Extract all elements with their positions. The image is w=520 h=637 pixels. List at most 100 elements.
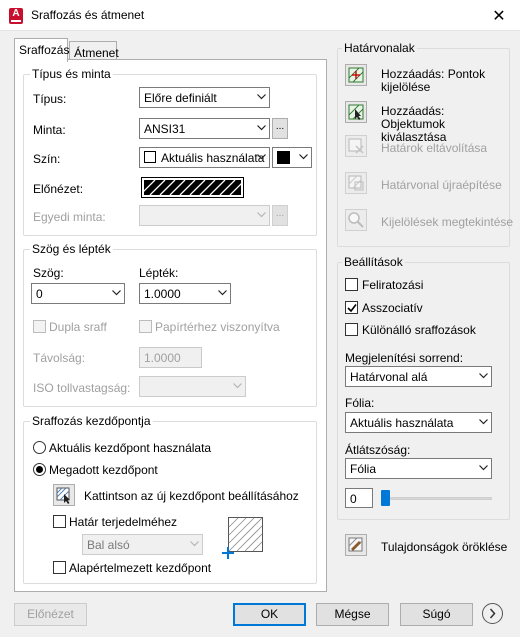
view-selections-button[interactable]	[345, 209, 367, 231]
type-select-value: Előre definiált	[144, 91, 217, 105]
ok-button[interactable]: OK	[233, 603, 306, 626]
scale-label: Lépték:	[139, 266, 179, 280]
layer-select[interactable]: Aktuális használata	[345, 412, 492, 433]
transparency-select[interactable]: Fólia	[345, 458, 492, 479]
add-select-objects-button[interactable]	[345, 101, 367, 123]
preview-button[interactable]: Előnézet	[14, 603, 87, 626]
scale-select[interactable]: 1.0000	[139, 283, 231, 304]
type-label: Típus:	[33, 92, 67, 106]
magnifier-icon	[348, 212, 364, 228]
custom-pattern-label: Egyedi minta:	[33, 210, 106, 224]
preview-label: Előnézet:	[33, 182, 84, 196]
click-set-origin-button[interactable]	[53, 484, 75, 506]
view-selections-label: Kijelölések megtekintése	[381, 215, 514, 229]
chevron-down-icon	[257, 154, 266, 162]
chevron-down-icon	[233, 383, 242, 391]
hatch-pattern-preview[interactable]	[139, 177, 246, 198]
relative-paperspace-label: Papírtérhez viszonyítva	[155, 320, 280, 334]
recreate-boundary-label: Határvonal újraépítése	[381, 178, 502, 192]
tab-hatch[interactable]: Sraffozás	[14, 38, 69, 62]
specified-origin-radio[interactable]	[33, 463, 46, 476]
store-as-default-origin-label: Alapértelmezett kezdőpont	[69, 561, 212, 575]
layer-value: Aktuális használata	[350, 416, 454, 430]
cancel-button[interactable]: Mégse	[316, 603, 389, 626]
chevron-down-icon	[257, 94, 266, 102]
boundary-extents-value: Bal alsó	[87, 538, 130, 552]
default-to-boundary-extents-label: Határ terjedelméhez	[69, 515, 178, 529]
chevron-down-icon	[218, 290, 227, 298]
origin-preview-image	[221, 514, 265, 560]
chevron-down-icon	[479, 465, 488, 473]
pick-origin-icon	[56, 487, 70, 504]
transparency-slider-track[interactable]	[386, 497, 492, 500]
chevron-right-icon	[489, 608, 496, 619]
pattern-select[interactable]: ANSI31	[139, 118, 270, 139]
double-hatch-label: Dupla sraff	[49, 320, 107, 334]
more-options-button[interactable]	[482, 603, 503, 624]
tab-gradient-label: Átmenet	[74, 46, 119, 60]
window-title: Sraffozás és átmenet	[31, 8, 145, 22]
angle-value: 0	[36, 287, 43, 301]
separate-hatches-checkbox[interactable]	[345, 323, 358, 336]
options-title: Beállítások	[342, 255, 405, 269]
close-button[interactable]: ✕	[490, 6, 508, 26]
chevron-down-icon	[299, 154, 308, 162]
remove-boundaries-icon	[348, 138, 364, 154]
chevron-down-icon	[479, 419, 488, 427]
recreate-boundary-button[interactable]	[345, 172, 367, 194]
annotative-checkbox[interactable]	[345, 278, 358, 291]
inherit-properties-button[interactable]	[345, 534, 367, 556]
angle-label: Szög:	[33, 266, 64, 280]
draw-order-select[interactable]: Határvonal alá	[345, 366, 492, 387]
add-select-objects-label: Hozzáadás: Objektumok kiválasztása	[381, 104, 447, 144]
autocad-app-icon: A	[9, 8, 23, 24]
associative-label: Asszociatív	[362, 301, 423, 315]
iso-pen-width-select[interactable]	[139, 376, 246, 397]
remove-boundaries-button[interactable]	[345, 135, 367, 157]
title-bar: A Sraffozás és átmenet ✕	[0, 0, 520, 31]
color-label: Szín:	[33, 152, 61, 166]
remove-boundaries-label: Határok eltávolítása	[381, 141, 488, 155]
background-color-select[interactable]	[272, 147, 312, 168]
chevron-down-icon	[479, 373, 488, 381]
transparency-number-input[interactable]: 0	[345, 488, 373, 508]
layer-label: Fólia:	[345, 396, 375, 410]
store-as-default-origin-checkbox[interactable]	[53, 561, 66, 574]
color-select[interactable]: Aktuális használata	[139, 147, 270, 168]
specified-origin-label: Megadott kezdőpont	[49, 463, 158, 477]
type-select[interactable]: Előre definiált	[139, 87, 270, 108]
inherit-properties-icon	[348, 537, 363, 552]
relative-paperspace-checkbox[interactable]	[139, 320, 152, 333]
spacing-label: Távolság:	[33, 351, 86, 365]
add-pick-points-label: Hozzáadás: Pontok kijelölése	[381, 67, 486, 94]
pattern-browse-button[interactable]: ...	[272, 118, 288, 139]
angle-scale-title: Szög és lépték	[30, 242, 113, 256]
scale-value: 1.0000	[144, 287, 181, 301]
help-button[interactable]: Súgó	[400, 603, 473, 626]
custom-pattern-select[interactable]	[139, 205, 270, 226]
pick-points-icon	[348, 67, 364, 83]
iso-pen-width-label: ISO tollvastagság:	[33, 381, 131, 395]
click-set-origin-label: Kattintson az új kezdőpont beállításához	[84, 489, 299, 503]
color-select-value: Aktuális használata	[161, 151, 265, 165]
associative-checkbox[interactable]	[345, 301, 358, 314]
use-current-origin-radio[interactable]	[33, 441, 46, 454]
add-pick-points-button[interactable]	[345, 64, 367, 86]
use-current-origin-label: Aktuális kezdőpont használata	[49, 441, 212, 455]
spacing-input[interactable]: 1.0000	[139, 347, 202, 368]
default-to-boundary-extents-checkbox[interactable]	[53, 515, 66, 528]
color-swatch-white	[144, 151, 156, 163]
angle-select[interactable]: 0	[31, 283, 125, 304]
select-objects-icon	[348, 104, 364, 120]
transparency-slider-thumb[interactable]	[381, 490, 390, 506]
draw-order-label: Megjelenítési sorrend:	[345, 351, 464, 365]
custom-pattern-browse-button[interactable]: ...	[272, 205, 288, 226]
transparency-value: Fólia	[350, 462, 377, 476]
transparency-label: Átlátszóság:	[345, 443, 411, 457]
inherit-properties-label: Tulajdonságok öröklése	[381, 540, 508, 554]
boundary-extents-select[interactable]: Bal alsó	[82, 534, 203, 555]
chevron-down-icon	[112, 290, 121, 298]
color-swatch-black	[277, 151, 290, 164]
double-hatch-checkbox[interactable]	[33, 320, 46, 333]
pattern-select-value: ANSI31	[144, 122, 186, 136]
